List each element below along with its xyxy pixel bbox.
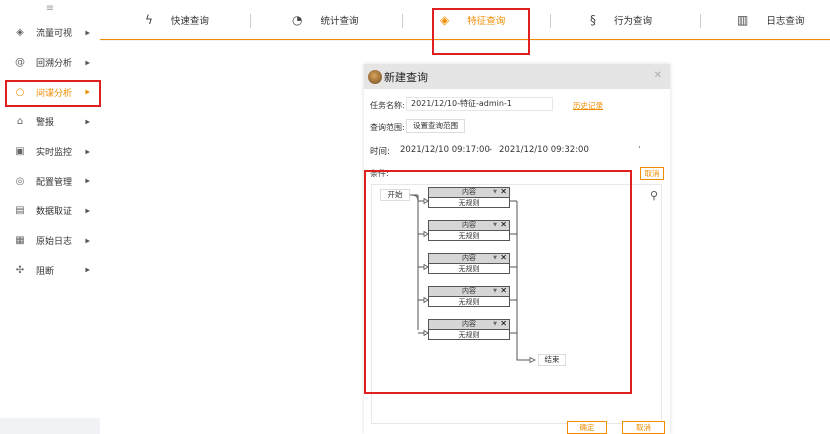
sidebar-item-rawlog[interactable]: ▦ 原始日志 ▶ (0, 226, 100, 256)
sidebar-item-label: 警报 (36, 118, 55, 129)
settings-icon: ◎ (15, 175, 25, 187)
time-label: 时间: (370, 147, 390, 157)
behavior-icon: § (590, 13, 596, 27)
tab-divider (402, 14, 403, 28)
tab-label: 快速查询 (170, 16, 209, 27)
caret-right-icon: ▶ (85, 266, 90, 274)
tab-log-query[interactable]: ▥ 日志查询 (737, 0, 804, 40)
sidebar-item-label: 回溯分析 (36, 59, 73, 70)
cancel-button[interactable]: 取消 (622, 421, 665, 434)
sidebar-item-monitor[interactable]: ▣ 实时监控 ▶ (0, 137, 100, 167)
time-end[interactable]: 2021/12/10 09:32:00 (499, 145, 589, 155)
time-dot: · (638, 143, 641, 153)
log-icon: ▦ (15, 235, 25, 247)
sidebar-item-label: 流量可视 (36, 29, 73, 40)
lightning-icon: ϟ (145, 13, 153, 27)
highlight-box-tab (432, 8, 530, 55)
tab-label: 统计查询 (320, 16, 359, 27)
time-start[interactable]: 2021/12/10 09:17:00 (400, 145, 490, 155)
confirm-button[interactable]: 确定 (567, 421, 607, 434)
caret-right-icon: ▶ (85, 207, 90, 215)
condition-cancel-button[interactable]: 取消 (640, 167, 664, 180)
tab-label: 日志查询 (766, 16, 805, 27)
alarm-icon: ⌂ (16, 116, 24, 128)
sidebar-item-label: 原始日志 (36, 237, 73, 248)
avatar (368, 69, 382, 84)
clipboard-icon: ▥ (737, 13, 749, 27)
puzzle-icon: ✣ (15, 264, 25, 276)
task-name-input[interactable]: 2021/12/10-特征-admin-1 (406, 97, 553, 111)
highlight-box-sidebar (5, 80, 101, 107)
task-name-label: 任务名称: (370, 101, 405, 110)
tab-divider (700, 14, 701, 28)
caret-right-icon: ▶ (85, 59, 90, 67)
sidebar-item-label: 数据取证 (36, 207, 73, 218)
sidebar: ≡ ◈ 流量可视 ▶ @ 回溯分析 ▶ ○ 间谍分析 ▶ ⌂ 警报 ▶ ▣ 实时… (0, 0, 100, 418)
sidebar-item-config[interactable]: ◎ 配置管理 ▶ (0, 166, 100, 196)
sidebar-item-alarm[interactable]: ⌂ 警报 ▶ (0, 107, 100, 137)
caret-right-icon: ▶ (85, 237, 90, 245)
caret-right-icon: ▶ (85, 148, 90, 156)
tab-stats-query[interactable]: ◔ 统计查询 (292, 0, 359, 40)
tab-behavior-query[interactable]: § 行为查询 (590, 0, 652, 40)
close-icon[interactable]: ✕ (654, 70, 662, 81)
menu-toggle-icon[interactable]: ≡ (0, 0, 100, 18)
sidebar-item-label: 配置管理 (36, 177, 73, 188)
time-separator: - (489, 145, 493, 155)
search-icon[interactable]: ⚲ (650, 189, 658, 202)
caret-right-icon: ▶ (85, 177, 90, 185)
sidebar-item-forensics[interactable]: ▤ 数据取证 ▶ (0, 196, 100, 226)
history-link[interactable]: 历史记录 (573, 100, 603, 111)
tab-divider (550, 14, 551, 28)
tab-divider (250, 14, 251, 28)
sidebar-item-traffic[interactable]: ◈ 流量可视 ▶ (0, 18, 100, 48)
query-range-label: 查询范围: (370, 123, 405, 132)
tab-label: 行为查询 (614, 16, 653, 27)
sidebar-item-label: 实时监控 (36, 148, 73, 159)
dialog-header: 新建查询 ✕ (364, 64, 670, 89)
sidebar-item-label: 阻断 (36, 266, 55, 277)
set-range-button[interactable]: 设置查询范围 (406, 119, 465, 133)
monitor-icon: ▣ (15, 146, 25, 158)
sidebar-item-backtrack[interactable]: @ 回溯分析 ▶ (0, 48, 100, 78)
highlight-box-flow (364, 170, 632, 394)
layers-icon: ◈ (16, 27, 24, 39)
at-icon: @ (15, 57, 25, 69)
pie-icon: ◔ (292, 13, 303, 27)
dialog-title: 新建查询 (384, 70, 428, 84)
sidebar-item-block[interactable]: ✣ 阻断 ▶ (0, 256, 100, 286)
tab-quick-query[interactable]: ϟ 快速查询 (145, 0, 209, 40)
caret-right-icon: ▶ (85, 29, 90, 37)
caret-right-icon: ▶ (85, 118, 90, 126)
document-icon: ▤ (15, 205, 25, 217)
